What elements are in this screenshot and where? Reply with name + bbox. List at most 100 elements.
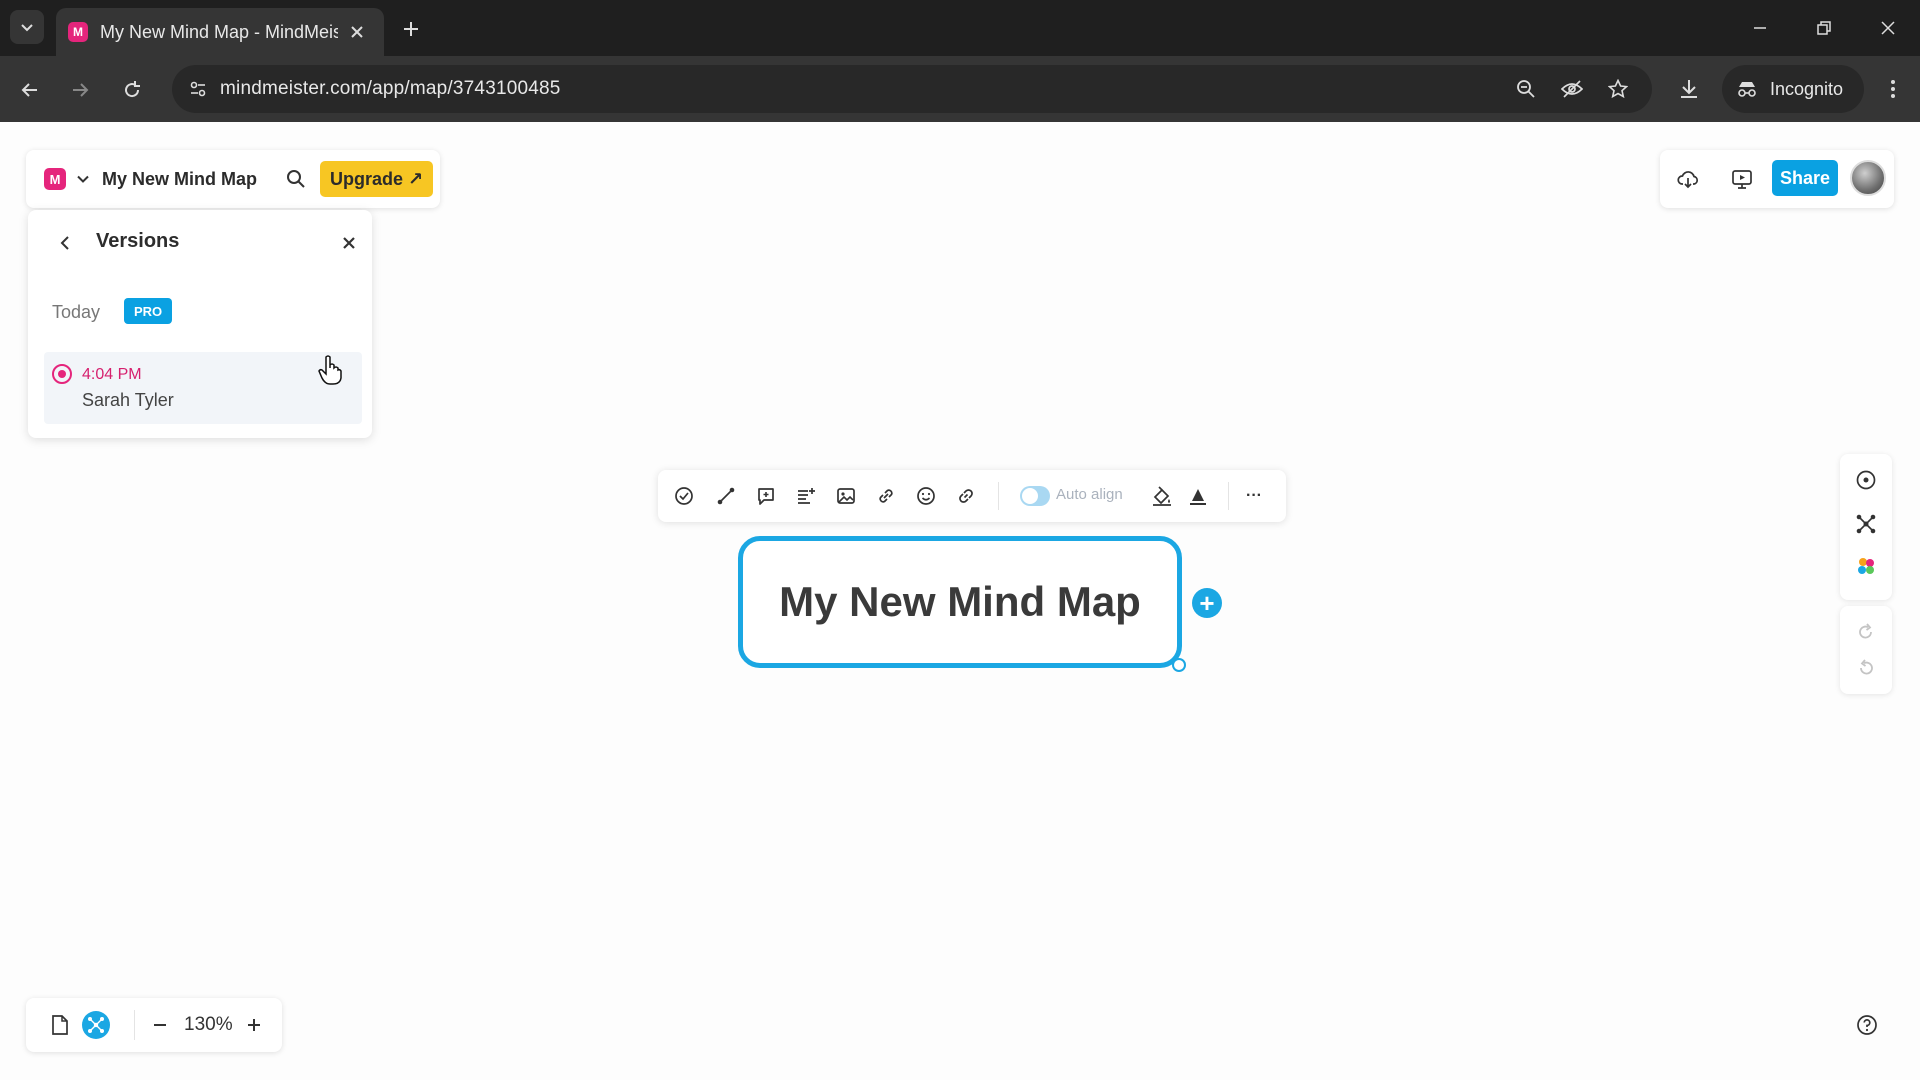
arrow-right-icon — [73, 83, 89, 97]
export-button[interactable] — [1674, 165, 1702, 193]
forward-button[interactable] — [60, 70, 100, 110]
zoom-divider — [134, 1010, 135, 1040]
tab-close-button[interactable] — [346, 21, 368, 43]
right-tools-panel — [1840, 454, 1892, 600]
reload-icon — [125, 81, 140, 98]
incognito-indicator[interactable]: Incognito — [1722, 65, 1864, 113]
version-selected-radio[interactable] — [52, 364, 72, 384]
browser-tab-active[interactable]: M My New Mind Map - MindMeister — [56, 8, 384, 56]
search-icon[interactable] — [286, 169, 306, 189]
theme-button[interactable] — [1852, 552, 1880, 580]
mindmeister-canvas[interactable]: M My New Mind Map Upgrade ↗ Versions Tod… — [0, 122, 1920, 1080]
share-button[interactable]: Share — [1772, 160, 1838, 196]
text-color-button[interactable] — [1184, 482, 1212, 510]
downloads-button[interactable] — [1672, 72, 1706, 106]
presentation-icon — [1732, 170, 1752, 189]
view-zoom-bar: 130% — [26, 998, 282, 1052]
note-icon — [798, 488, 815, 504]
chevron-down-icon[interactable] — [76, 172, 90, 186]
node-toolbar: Auto align ··· — [658, 470, 1286, 522]
version-author: Sarah Tyler — [82, 390, 174, 410]
mindmeister-favicon-icon: M — [68, 22, 88, 42]
plus-icon — [404, 22, 418, 36]
tab-title: My New Mind Map - MindMeister — [100, 21, 338, 42]
upgrade-button[interactable]: Upgrade ↗ — [320, 161, 434, 197]
zoom-out-button[interactable] — [146, 1011, 174, 1039]
zoom-in-button[interactable] — [240, 1011, 268, 1039]
style-button[interactable] — [1148, 482, 1176, 510]
redo-icon — [1859, 623, 1872, 639]
presentation-button[interactable] — [1728, 165, 1756, 193]
minus-icon — [154, 1024, 166, 1026]
zoom-icon[interactable] — [1512, 75, 1540, 103]
attachment-button[interactable] — [872, 482, 900, 510]
map-actions-bar: Share — [1660, 150, 1894, 208]
versions-back-button[interactable] — [52, 230, 78, 256]
root-topic-node[interactable]: My New Mind Map — [738, 536, 1182, 668]
history-panel — [1840, 606, 1892, 694]
new-tab-button[interactable] — [396, 14, 426, 44]
connect-button[interactable] — [712, 482, 740, 510]
download-icon — [1681, 80, 1697, 98]
connection-icon — [717, 487, 735, 505]
reload-button[interactable] — [112, 70, 152, 110]
help-button[interactable] — [1852, 1010, 1882, 1040]
map-layout-icon — [1856, 514, 1876, 534]
hand-cursor-icon — [318, 355, 342, 385]
close-icon — [1881, 21, 1895, 35]
window-restore-button[interactable] — [1796, 6, 1852, 50]
node-resize-handle[interactable] — [1172, 658, 1186, 672]
address-bar[interactable]: mindmeister.com/app/map/3743100485 — [172, 65, 1652, 113]
close-icon — [351, 26, 363, 38]
kebab-menu-icon — [1891, 80, 1895, 98]
emoji-icon — [917, 487, 935, 505]
document-icon — [52, 1015, 68, 1035]
url-text: mindmeister.com/app/map/3743100485 — [220, 78, 561, 99]
attachment-link-icon — [879, 489, 893, 503]
version-entry[interactable]: 4:04 PM Sarah Tyler — [44, 352, 362, 424]
version-time: 4:04 PM — [82, 366, 142, 383]
emoji-button[interactable] — [912, 482, 940, 510]
root-topic-text[interactable]: My New Mind Map — [779, 578, 1141, 626]
chevron-left-icon — [60, 236, 69, 250]
undo-button[interactable] — [1852, 654, 1880, 682]
window-close-button[interactable] — [1860, 6, 1916, 50]
window-minimize-button[interactable] — [1732, 6, 1788, 50]
arrow-left-icon — [21, 83, 37, 97]
cloud-download-icon — [1677, 171, 1698, 189]
focus-button[interactable] — [1852, 466, 1880, 494]
mindmap-view-button[interactable] — [82, 1011, 110, 1039]
tracking-protection-icon[interactable] — [1558, 75, 1586, 103]
more-options-button[interactable]: ··· — [1240, 482, 1268, 510]
browser-toolbar: mindmeister.com/app/map/3743100485 Incog… — [0, 56, 1920, 122]
comment-icon — [758, 488, 774, 505]
back-button[interactable] — [10, 70, 50, 110]
task-button[interactable] — [670, 482, 698, 510]
redo-button[interactable] — [1852, 618, 1880, 646]
site-settings-icon[interactable] — [184, 75, 212, 103]
tab-search-button[interactable] — [10, 10, 44, 44]
versions-close-button[interactable] — [336, 230, 362, 256]
note-button[interactable] — [792, 482, 820, 510]
map-title[interactable]: My New Mind Map — [102, 169, 257, 190]
outline-view-button[interactable] — [46, 1011, 74, 1039]
minimize-icon — [1754, 27, 1766, 29]
paint-bucket-icon — [1153, 486, 1171, 506]
image-button[interactable] — [832, 482, 860, 510]
auto-align-label: Auto align — [1056, 486, 1123, 503]
close-icon — [343, 237, 355, 249]
avatar[interactable] — [1850, 160, 1886, 196]
map-layout-button[interactable] — [1852, 510, 1880, 538]
chevron-down-icon — [21, 24, 33, 32]
auto-align-toggle[interactable] — [1020, 486, 1050, 506]
add-child-topic-button[interactable]: + — [1192, 588, 1222, 618]
comment-button[interactable] — [752, 482, 780, 510]
restore-icon — [1817, 21, 1831, 35]
mindmeister-logo-icon[interactable]: M — [44, 168, 66, 190]
versions-group-label: Today — [52, 302, 101, 322]
zoom-level: 130% — [184, 1014, 233, 1035]
link-button[interactable] — [952, 482, 980, 510]
bookmark-star-icon[interactable] — [1604, 75, 1632, 103]
browser-menu-button[interactable] — [1876, 72, 1910, 106]
undo-icon — [1860, 659, 1873, 675]
